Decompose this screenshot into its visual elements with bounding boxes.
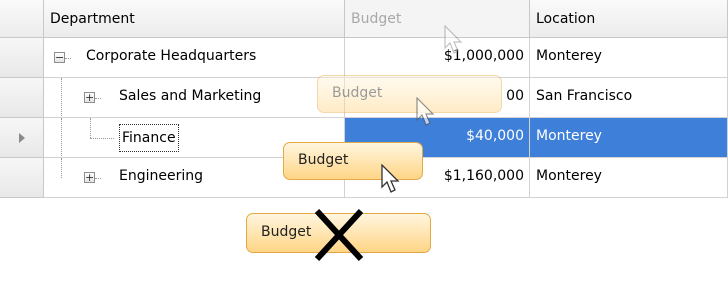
arrow-cursor-icon bbox=[416, 97, 435, 126]
tree-connector bbox=[61, 78, 62, 117]
triangle-right-icon bbox=[19, 133, 25, 143]
tree-connector bbox=[95, 178, 101, 179]
tree-connector bbox=[95, 98, 101, 99]
x-icon bbox=[314, 208, 364, 262]
header-corner[interactable] bbox=[0, 0, 44, 38]
arrow-cursor-icon bbox=[381, 164, 400, 193]
row-indicator[interactable] bbox=[0, 38, 44, 78]
tree-connector bbox=[61, 118, 62, 157]
tree-connector bbox=[90, 118, 91, 138]
location-cell[interactable]: San Francisco bbox=[530, 78, 728, 118]
department-name: Corporate Headquarters bbox=[86, 48, 257, 64]
column-header-department[interactable]: Department bbox=[44, 0, 345, 38]
tree-connector bbox=[61, 158, 62, 178]
expand-icon[interactable]: + bbox=[84, 92, 95, 103]
location-cell[interactable]: Monterey bbox=[530, 158, 728, 198]
arrow-cursor-icon bbox=[444, 25, 463, 54]
department-name: Engineering bbox=[119, 168, 203, 184]
budget-cell[interactable]: $1,000,000 bbox=[345, 38, 530, 78]
tree-connector bbox=[65, 58, 71, 59]
collapse-icon[interactable]: − bbox=[54, 52, 65, 63]
table-row[interactable]: + Sales and Marketing bbox=[44, 78, 345, 118]
column-header-location[interactable]: Location bbox=[530, 0, 728, 38]
row-indicator-current[interactable] bbox=[0, 118, 44, 158]
column-header-budget[interactable]: Budget bbox=[345, 0, 530, 38]
location-cell[interactable]: Monterey bbox=[530, 38, 728, 78]
expand-icon[interactable]: + bbox=[84, 172, 95, 183]
location-cell-selected[interactable]: Monterey bbox=[530, 118, 728, 158]
row-indicator[interactable] bbox=[0, 78, 44, 118]
department-name: Sales and Marketing bbox=[119, 88, 262, 104]
department-name: Finance bbox=[119, 124, 179, 152]
drag-token-ghost: Budget bbox=[317, 75, 502, 113]
row-indicator[interactable] bbox=[0, 158, 44, 198]
table-row[interactable]: − Corporate Headquarters bbox=[44, 38, 345, 78]
tree-connector bbox=[90, 138, 114, 139]
